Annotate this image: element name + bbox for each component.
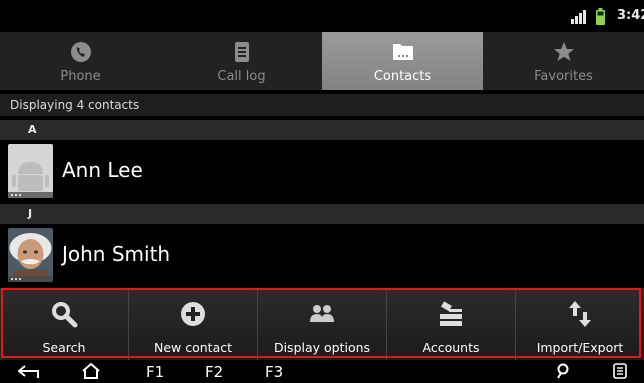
search-icon	[52, 302, 78, 328]
new-contact-button[interactable]: New contact	[128, 288, 257, 360]
contact-count-text: Displaying 4 contacts	[0, 94, 644, 116]
default-avatar-icon	[8, 144, 53, 198]
section-header-a: A	[0, 120, 644, 140]
star-icon	[553, 42, 574, 61]
accounts-icon	[440, 301, 462, 326]
action-label: Search	[42, 340, 86, 355]
import-export-icon	[569, 301, 591, 327]
action-label: New contact	[153, 340, 232, 355]
clock: 3:42	[617, 8, 644, 23]
contact-name: Ann Lee	[62, 158, 143, 182]
contacts-icon	[392, 44, 413, 60]
tab-label: Contacts	[373, 69, 432, 84]
search-key-icon[interactable]	[556, 363, 570, 379]
people-icon	[310, 305, 334, 322]
f1-key[interactable]: F1	[146, 363, 164, 381]
action-label: Accounts	[422, 340, 480, 355]
tab-label: Favorites	[534, 69, 593, 84]
options-menu: Search New contact Display options Accou…	[0, 288, 644, 360]
contact-name: John Smith	[62, 242, 171, 266]
action-label: Import/Export	[536, 340, 624, 355]
phone-icon	[70, 42, 91, 62]
system-bar: F1 F2 F3	[0, 360, 644, 383]
contact-photo-avatar	[8, 228, 53, 282]
android-screen: 3:42 Phone Call log	[0, 0, 644, 383]
contact-row-ann-lee[interactable]: Ann Lee	[0, 140, 644, 202]
plus-circle-icon	[181, 302, 205, 326]
tab-phone[interactable]: Phone	[0, 32, 161, 90]
accounts-button[interactable]: Accounts	[386, 288, 515, 360]
back-icon[interactable]	[18, 365, 40, 379]
f2-key[interactable]: F2	[205, 363, 223, 381]
f3-key[interactable]: F3	[265, 363, 283, 381]
tab-label: Call log	[217, 69, 266, 84]
display-options-button[interactable]: Display options	[257, 288, 386, 360]
tab-contacts[interactable]: Contacts	[322, 32, 483, 90]
call-log-icon	[234, 42, 249, 62]
import-export-button[interactable]: Import/Export	[515, 288, 644, 360]
tab-label: Phone	[60, 69, 101, 84]
tab-favorites[interactable]: Favorites	[483, 32, 644, 90]
battery-icon	[596, 8, 605, 25]
contact-row-john-smith[interactable]: John Smith	[0, 224, 644, 286]
tab-call-log[interactable]: Call log	[161, 32, 322, 90]
action-label: Display options	[273, 340, 371, 355]
home-icon[interactable]	[82, 363, 100, 379]
signal-icon	[571, 10, 586, 24]
search-button[interactable]: Search	[0, 288, 128, 360]
section-header-j: J	[0, 204, 644, 224]
status-bar: 3:42	[0, 0, 644, 32]
menu-icon[interactable]	[613, 363, 627, 379]
tab-bar: Phone Call log Contacts Favorites	[0, 32, 644, 90]
